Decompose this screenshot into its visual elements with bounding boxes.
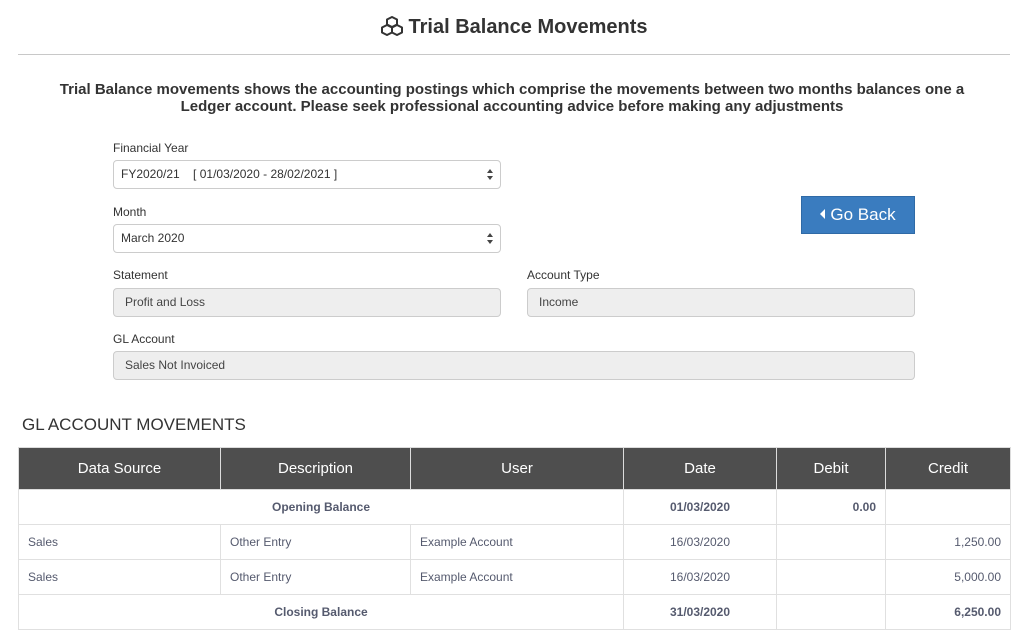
closing-balance-row: Closing Balance 31/03/2020 6,250.00 — [18, 594, 1011, 630]
table-row: Sales Other Entry Example Account 16/03/… — [18, 559, 1011, 595]
intro-text: Trial Balance movements shows the accoun… — [59, 81, 965, 115]
row-debit — [776, 559, 886, 595]
go-back-button[interactable]: Go Back — [801, 196, 915, 234]
opening-balance-debit: 0.00 — [776, 489, 886, 525]
financial-year-label: Financial Year — [113, 141, 189, 155]
row-credit: 1,250.00 — [885, 524, 1011, 560]
select-arrows-icon — [487, 233, 493, 244]
statement-field: Profit and Loss — [113, 288, 501, 317]
gl-account-label: GL Account — [113, 332, 175, 346]
go-back-label: Go Back — [830, 205, 896, 224]
column-header-credit: Credit — [885, 447, 1011, 490]
month-value: March 2020 — [121, 231, 185, 245]
financial-year-value: FY2020/21 [ 01/03/2020 - 28/02/2021 ] — [121, 167, 338, 181]
caret-left-icon — [820, 209, 826, 219]
column-header-debit: Debit — [776, 447, 886, 490]
row-source: Sales — [18, 559, 221, 595]
financial-year-select[interactable]: FY2020/21 [ 01/03/2020 - 28/02/2021 ] — [113, 160, 501, 189]
table-row: Sales Other Entry Example Account 16/03/… — [18, 524, 1011, 560]
statement-label: Statement — [113, 268, 168, 282]
row-credit: 5,000.00 — [885, 559, 1011, 595]
select-arrows-icon — [487, 169, 493, 180]
gl-account-field: Sales Not Invoiced — [113, 351, 915, 380]
account-type-field: Income — [527, 288, 915, 317]
opening-balance-date: 01/03/2020 — [623, 489, 777, 525]
row-debit — [776, 524, 886, 560]
column-header-description: Description — [220, 447, 411, 490]
opening-balance-label: Opening Balance — [18, 489, 624, 525]
page-title-text: Trial Balance Movements — [408, 16, 648, 38]
account-type-label: Account Type — [527, 268, 600, 282]
row-date: 16/03/2020 — [623, 559, 777, 595]
opening-balance-row: Opening Balance 01/03/2020 0.00 — [18, 489, 1011, 525]
row-source: Sales — [18, 524, 221, 560]
closing-balance-credit: 6,250.00 — [885, 594, 1011, 630]
row-date: 16/03/2020 — [623, 524, 777, 560]
cubes-icon — [380, 16, 403, 43]
row-user: Example Account — [410, 559, 624, 595]
row-description: Other Entry — [220, 559, 411, 595]
row-description: Other Entry — [220, 524, 411, 560]
closing-balance-debit — [776, 594, 886, 630]
column-header-data-source: Data Source — [18, 447, 221, 490]
table-header-row: Data Source Description User Date Debit … — [18, 447, 1011, 490]
month-select[interactable]: March 2020 — [113, 224, 501, 253]
closing-balance-label: Closing Balance — [18, 594, 624, 630]
page-title: Trial Balance Movements — [18, 14, 1010, 43]
column-header-date: Date — [623, 447, 777, 490]
column-header-user: User — [410, 447, 624, 490]
closing-balance-date: 31/03/2020 — [623, 594, 777, 630]
page-header: Trial Balance Movements — [18, 0, 1010, 55]
movements-section-title: GL ACCOUNT MOVEMENTS — [22, 415, 246, 434]
row-user: Example Account — [410, 524, 624, 560]
opening-balance-credit — [885, 489, 1011, 525]
movements-table: Data Source Description User Date Debit … — [18, 447, 1011, 630]
month-label: Month — [113, 205, 147, 219]
